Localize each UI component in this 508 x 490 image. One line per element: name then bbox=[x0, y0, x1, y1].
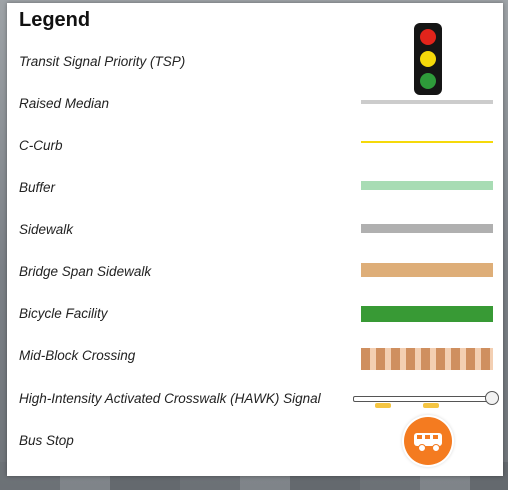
legend-item-bicycle-facility-label: Bicycle Facility bbox=[19, 306, 108, 321]
legend-item-hawk-signal-label: High-Intensity Activated Crosswalk (HAWK… bbox=[19, 391, 321, 406]
bus-window bbox=[417, 435, 422, 439]
signal-green-lamp bbox=[420, 73, 436, 89]
traffic-signal-icon bbox=[414, 23, 442, 95]
c-curb-swatch bbox=[361, 141, 493, 143]
hawk-signal-lamp bbox=[375, 403, 391, 408]
legend-panel: Legend Transit Signal Priority (TSP) Rai… bbox=[7, 3, 503, 476]
bus-wheel bbox=[418, 444, 426, 452]
legend-item-bus-stop-label: Bus Stop bbox=[19, 433, 74, 448]
hawk-signal-icon bbox=[353, 389, 505, 411]
sidewalk-swatch bbox=[361, 224, 493, 233]
signal-yellow-lamp bbox=[420, 51, 436, 67]
bus-wheel bbox=[432, 444, 440, 452]
legend-item-tsp-label: Transit Signal Priority (TSP) bbox=[19, 54, 186, 69]
legend-item-bridge-span-sidewalk-label: Bridge Span Sidewalk bbox=[19, 264, 152, 279]
bus-window bbox=[425, 435, 430, 439]
bus-window bbox=[433, 435, 438, 439]
signal-red-lamp bbox=[420, 29, 436, 45]
hawk-signal-pole-cap bbox=[485, 391, 499, 405]
legend-item-buffer-label: Buffer bbox=[19, 180, 56, 195]
hawk-signal-lamp bbox=[423, 403, 439, 408]
hawk-signal-arm bbox=[353, 396, 493, 402]
bicycle-facility-swatch bbox=[361, 306, 493, 322]
mid-block-crossing-swatch bbox=[361, 348, 493, 370]
bridge-span-sidewalk-swatch bbox=[361, 263, 493, 277]
raised-median-swatch bbox=[361, 100, 493, 104]
legend-item-mid-block-crossing-label: Mid-Block Crossing bbox=[19, 348, 136, 363]
legend-title: Legend bbox=[19, 9, 91, 31]
legend-item-sidewalk-label: Sidewalk bbox=[19, 222, 74, 237]
legend-item-c-curb-label: C-Curb bbox=[19, 138, 63, 153]
legend-item-raised-median-label: Raised Median bbox=[19, 96, 110, 111]
buffer-swatch bbox=[361, 181, 493, 190]
bus-icon bbox=[404, 417, 452, 465]
